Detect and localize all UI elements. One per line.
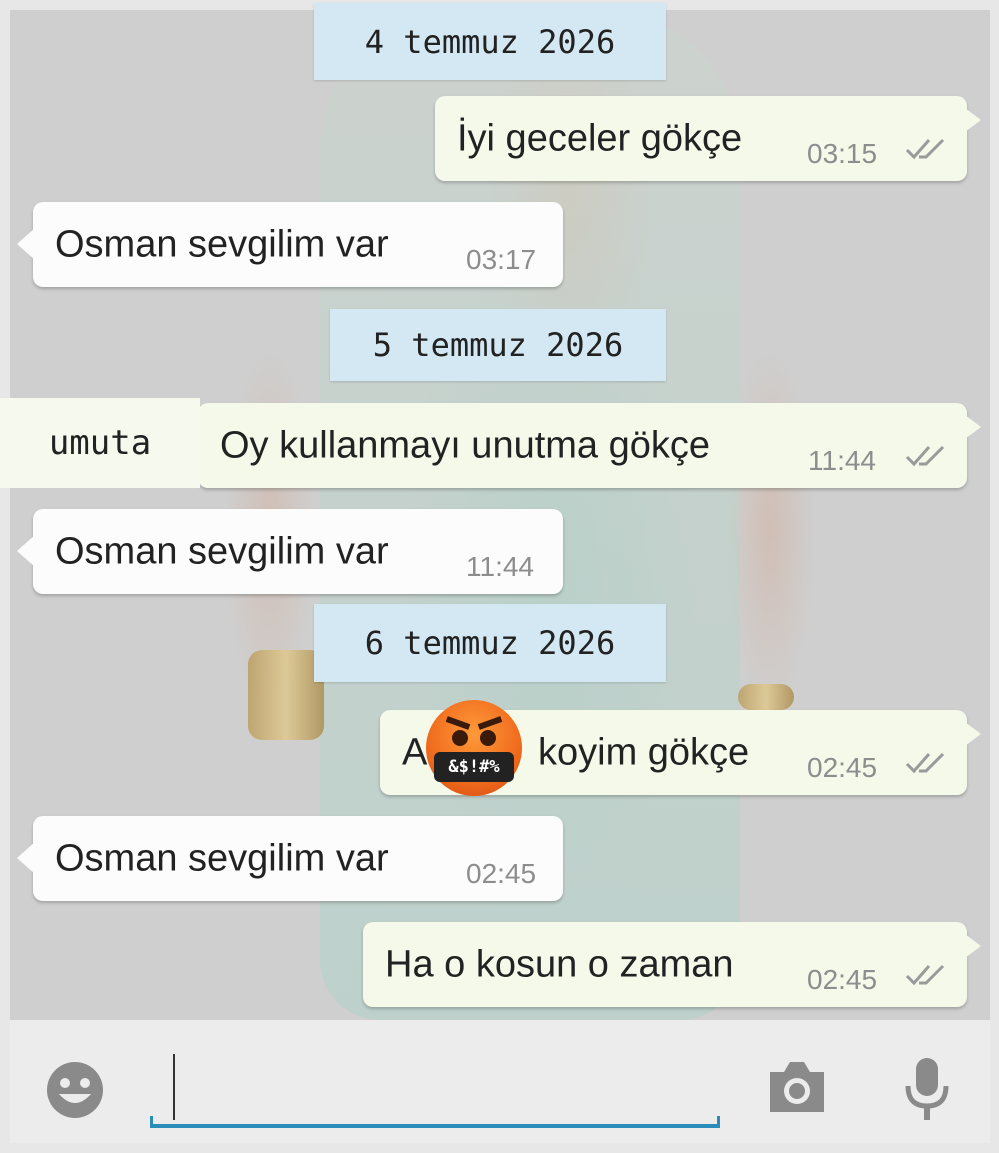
emoji-eye bbox=[480, 730, 496, 746]
message-time: 02:45 bbox=[807, 964, 878, 995]
date-label: 5 temmuz 2026 bbox=[372, 326, 624, 364]
message-text: Osman sevgilim var bbox=[55, 223, 389, 265]
message-text: Osman sevgilim var bbox=[55, 530, 389, 572]
double-check-icon bbox=[905, 750, 949, 776]
date-label: 4 temmuz 2026 bbox=[364, 22, 616, 61]
message-text: Oy kullanmayı unutma gökçe bbox=[220, 424, 711, 466]
overlay-name-text: umuta bbox=[48, 423, 152, 463]
message-time: 02:45 bbox=[466, 858, 537, 889]
message-text: Ha o kosun o zaman bbox=[385, 943, 734, 985]
camera-icon[interactable] bbox=[766, 1058, 828, 1116]
incoming-message[interactable]: Osman sevgilim var 02:45 bbox=[17, 816, 563, 901]
message-time: 11:44 bbox=[466, 551, 534, 582]
message-time: 03:15 bbox=[807, 138, 878, 169]
smiley-face-icon[interactable] bbox=[45, 1060, 105, 1120]
message-time: 02:45 bbox=[807, 752, 878, 783]
censor-bar: &$!#% bbox=[434, 752, 514, 782]
overlay-name-label: umuta bbox=[0, 398, 200, 488]
date-divider: 6 temmuz 2026 bbox=[314, 604, 666, 682]
message-text-prefix: A bbox=[402, 731, 428, 773]
outgoing-message[interactable]: Ha o kosun o zaman 02:45 bbox=[363, 922, 981, 1007]
incoming-message[interactable]: Osman sevgilim var 11:44 bbox=[17, 509, 563, 594]
wallpaper-bracelet-left bbox=[248, 650, 324, 740]
double-check-icon bbox=[905, 962, 949, 988]
double-check-icon bbox=[905, 136, 949, 162]
outgoing-message[interactable]: Oy kullanmayı unutma gökçe 11:44 bbox=[198, 403, 981, 488]
wallpaper-bracelet-right bbox=[738, 684, 794, 710]
date-divider: 5 temmuz 2026 bbox=[330, 309, 666, 381]
microphone-icon[interactable] bbox=[902, 1056, 952, 1122]
date-label: 6 temmuz 2026 bbox=[364, 624, 616, 662]
message-time: 03:17 bbox=[466, 244, 537, 275]
outgoing-message[interactable]: İyi geceler gökçe 03:15 bbox=[435, 96, 981, 181]
emoji-eye bbox=[452, 730, 468, 746]
emoji-brow bbox=[445, 716, 471, 730]
cursing-face-emoji-icon: &$!#% bbox=[426, 700, 522, 796]
emoji-brow bbox=[477, 716, 503, 730]
date-divider: 4 temmuz 2026 bbox=[314, 3, 666, 80]
chat-screen: 4 temmuz 2026 5 temmuz 2026 6 temmuz 202… bbox=[0, 0, 999, 1153]
incoming-message[interactable]: Osman sevgilim var 03:17 bbox=[17, 202, 563, 287]
message-input[interactable] bbox=[150, 1116, 720, 1128]
double-check-icon bbox=[905, 443, 949, 469]
message-text: Osman sevgilim var bbox=[55, 837, 389, 879]
text-cursor bbox=[173, 1054, 175, 1120]
message-text: koyim gökçe bbox=[538, 731, 750, 773]
message-text: İyi geceler gökçe bbox=[457, 117, 743, 159]
message-time: 11:44 bbox=[808, 445, 876, 476]
